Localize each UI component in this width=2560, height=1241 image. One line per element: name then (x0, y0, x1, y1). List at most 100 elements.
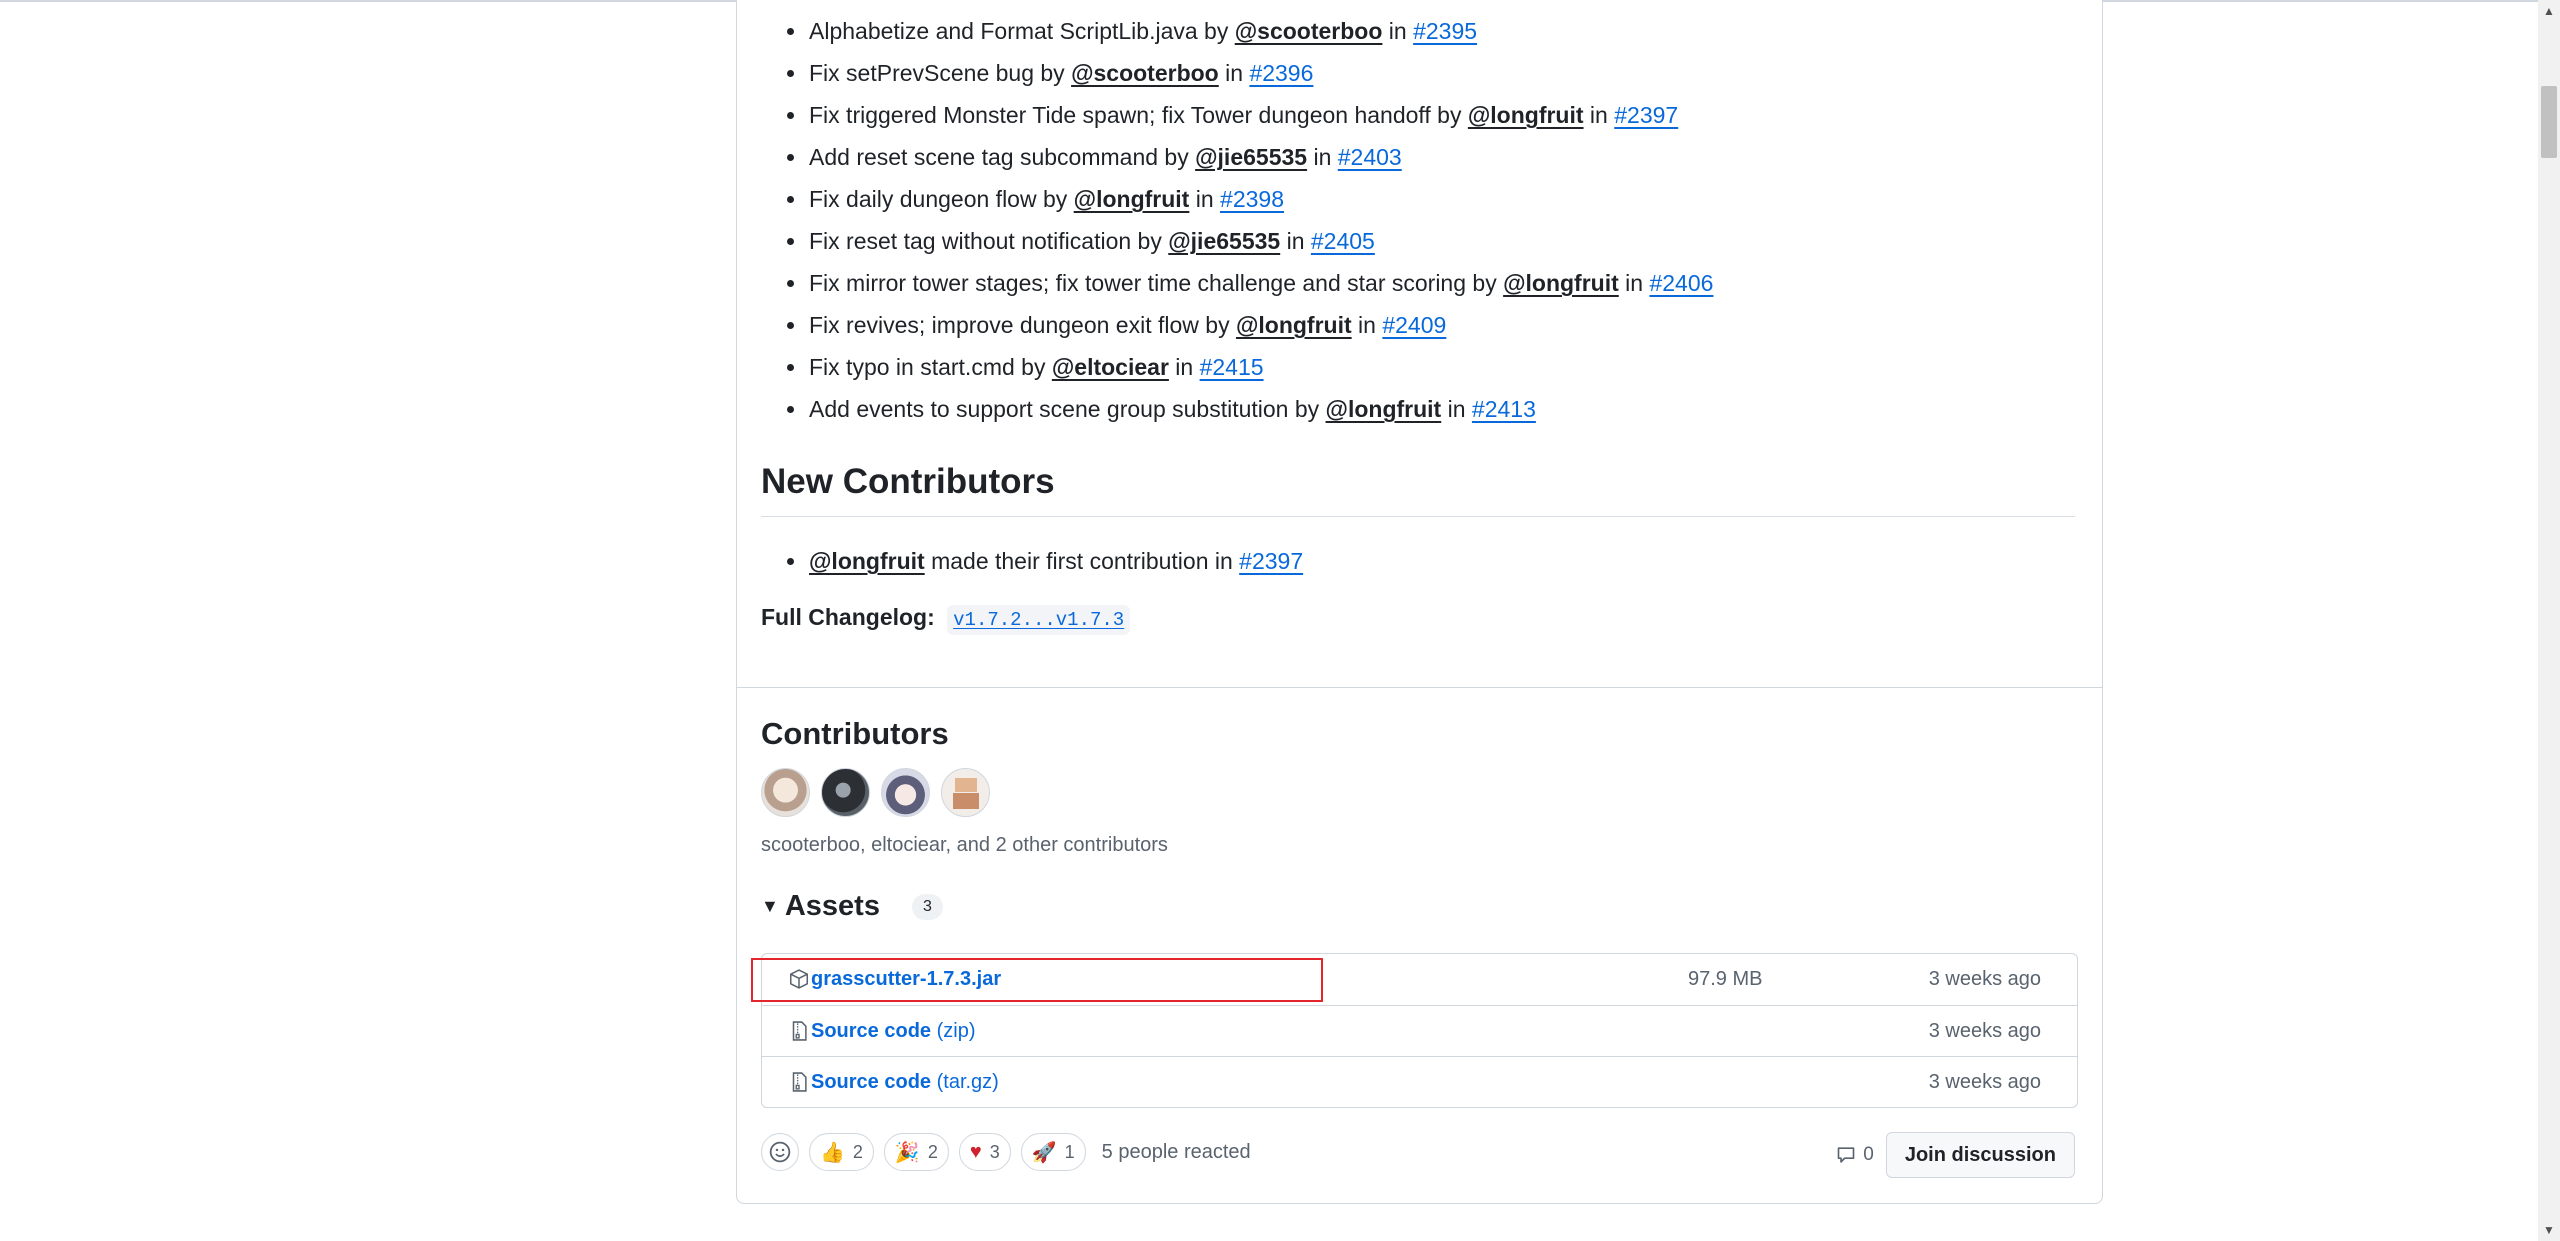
user-link[interactable]: @longfruit (1326, 396, 1442, 422)
assets-heading: Assets (784, 890, 880, 922)
reactions-summary: 5 people reacted (1101, 1140, 1251, 1163)
assets-toggle[interactable]: ▼ Assets 3 (761, 890, 943, 923)
list-item: Fix revives; improve dungeon exit flow b… (760, 304, 2060, 346)
asset-format: (zip) (931, 1019, 976, 1042)
in-text: in (1168, 354, 1200, 380)
user-link[interactable]: @jie65535 (1195, 144, 1307, 170)
caret-down-icon: ▼ (761, 896, 779, 916)
in-text: in (1307, 144, 1338, 170)
file-zip-icon (788, 1020, 810, 1042)
pr-link[interactable]: #2397 (1239, 548, 1303, 574)
highlight-box (751, 958, 1323, 1002)
changelog-link[interactable]: v1.7.2...v1.7.3 (947, 605, 1131, 635)
list-item: Fix typo in start.cmd by @eltociear in #… (760, 346, 2060, 388)
change-text: Fix mirror tower stages; fix tower time … (809, 270, 1504, 296)
change-text: Fix typo in start.cmd by (809, 354, 1052, 380)
user-link[interactable]: @longfruit (1236, 312, 1352, 338)
user-link[interactable]: @longfruit (1074, 186, 1190, 212)
scroll-down-arrow-icon[interactable]: ▼ (2538, 1219, 2560, 1241)
list-item: Fix triggered Monster Tide spawn; fix To… (760, 94, 2060, 136)
changelog-label: Full Changelog: (761, 604, 935, 630)
hooray-reaction-button[interactable]: 🎉 2 (883, 1133, 949, 1171)
comment-count[interactable]: 0 (1835, 1144, 1874, 1166)
add-reaction-button[interactable] (761, 1133, 799, 1171)
asset-date: 3 weeks ago (1928, 1019, 2041, 1042)
pr-link[interactable]: #2395 (1413, 18, 1477, 44)
pr-link[interactable]: #2398 (1220, 186, 1284, 212)
rocket-reaction-button[interactable]: 🚀 1 (1020, 1133, 1086, 1171)
user-link[interactable]: @longfruit (1468, 102, 1584, 128)
avatar[interactable] (881, 768, 930, 817)
pr-link[interactable]: #2397 (1614, 102, 1678, 128)
scroll-up-arrow-icon[interactable]: ▲ (2538, 0, 2560, 22)
asset-date: 3 weeks ago (1928, 968, 2041, 990)
user-link[interactable]: @scooterboo (1071, 60, 1219, 86)
reaction-count: 1 (1064, 1141, 1075, 1162)
pr-link[interactable]: #2406 (1649, 270, 1713, 296)
in-text: in (1583, 102, 1615, 128)
asset-name: Source code (811, 1019, 932, 1042)
asset-date: 3 weeks ago (1928, 1070, 2041, 1093)
list-item: Alphabetize and Format ScriptLib.java by… (760, 10, 2060, 52)
assets-count-badge: 3 (911, 893, 943, 920)
change-text: Fix reset tag without notification by (809, 228, 1169, 254)
new-contributors-heading: New Contributors (761, 462, 1055, 501)
list-item: Fix reset tag without notification by @j… (760, 220, 2060, 262)
list-item: Fix setPrevScene bug by @scooterboo in #… (760, 52, 2060, 94)
reaction-count: 2 (852, 1141, 863, 1162)
asset-link[interactable]: Source code (tar.gz) (811, 1071, 999, 1094)
pr-link[interactable]: #2403 (1338, 144, 1402, 170)
scroll-thumb[interactable] (2541, 86, 2557, 158)
full-changelog: Full Changelog: v1.7.2...v1.7.3 (761, 604, 1131, 635)
file-zip-icon (788, 1071, 810, 1093)
reactions-bar: 👍 2 🎉 2 ♥ 3 🚀 1 5 people reacted (761, 1133, 1251, 1171)
reaction-count: 2 (927, 1141, 938, 1162)
thumbs-up-icon: 👍 (820, 1141, 845, 1164)
change-text: Fix revives; improve dungeon exit flow b… (809, 312, 1236, 338)
pr-link[interactable]: #2413 (1472, 396, 1536, 422)
thumbs-up-reaction-button[interactable]: 👍 2 (809, 1133, 874, 1171)
user-link[interactable]: @scooterboo (1235, 18, 1383, 44)
pr-link[interactable]: #2396 (1249, 60, 1313, 86)
heading-rule (761, 516, 2075, 517)
asset-format: (tar.gz) (931, 1070, 999, 1093)
asset-row: Source code (zip) 3 weeks ago (762, 1005, 2077, 1056)
smiley-icon (769, 1141, 791, 1163)
new-contributors-list: @longfruit made their first contribution… (760, 540, 1303, 582)
change-text: Fix triggered Monster Tide spawn; fix To… (809, 102, 1468, 128)
pr-link[interactable]: #2405 (1311, 228, 1375, 254)
in-text: in (1218, 60, 1250, 86)
asset-name: Source code (811, 1070, 932, 1093)
asset-link[interactable]: Source code (zip) (811, 1020, 976, 1043)
scrollbar[interactable]: ▲ ▼ (2538, 0, 2560, 1241)
avatar[interactable] (761, 768, 810, 817)
list-item: Fix mirror tower stages; fix tower time … (760, 262, 2060, 304)
avatar[interactable] (821, 768, 870, 817)
pr-link[interactable]: #2415 (1200, 354, 1264, 380)
change-text: Alphabetize and Format ScriptLib.java by (809, 18, 1235, 44)
comment-icon (1837, 1147, 1855, 1163)
in-text: in (1382, 18, 1414, 44)
avatar[interactable] (941, 768, 990, 817)
change-text: Fix daily dungeon flow by (809, 186, 1074, 212)
in-text: in (1441, 396, 1472, 422)
user-link[interactable]: @longfruit (809, 548, 925, 574)
asset-row: Source code (tar.gz) 3 weeks ago (762, 1056, 2077, 1107)
avatar-group (761, 768, 990, 817)
pr-link[interactable]: #2409 (1382, 312, 1446, 338)
change-text: Fix setPrevScene bug by (809, 60, 1072, 86)
user-link[interactable]: @eltociear (1052, 354, 1169, 380)
contributors-heading: Contributors (761, 716, 949, 751)
heart-icon: ♥ (969, 1140, 982, 1163)
list-item: Add reset scene tag subcommand by @jie65… (760, 136, 2060, 178)
discussion-area: 0 Join discussion (1835, 1132, 2075, 1178)
list-item: Add events to support scene group substi… (760, 388, 2060, 430)
card-divider (737, 687, 2102, 688)
join-discussion-button[interactable]: Join discussion (1885, 1132, 2075, 1178)
in-text: in (1280, 228, 1311, 254)
heart-reaction-button[interactable]: ♥ 3 (958, 1133, 1011, 1171)
user-link[interactable]: @longfruit (1503, 270, 1619, 296)
contribution-text: made their first contribution in (924, 548, 1240, 574)
in-text: in (1351, 312, 1383, 338)
user-link[interactable]: @jie65535 (1168, 228, 1280, 254)
